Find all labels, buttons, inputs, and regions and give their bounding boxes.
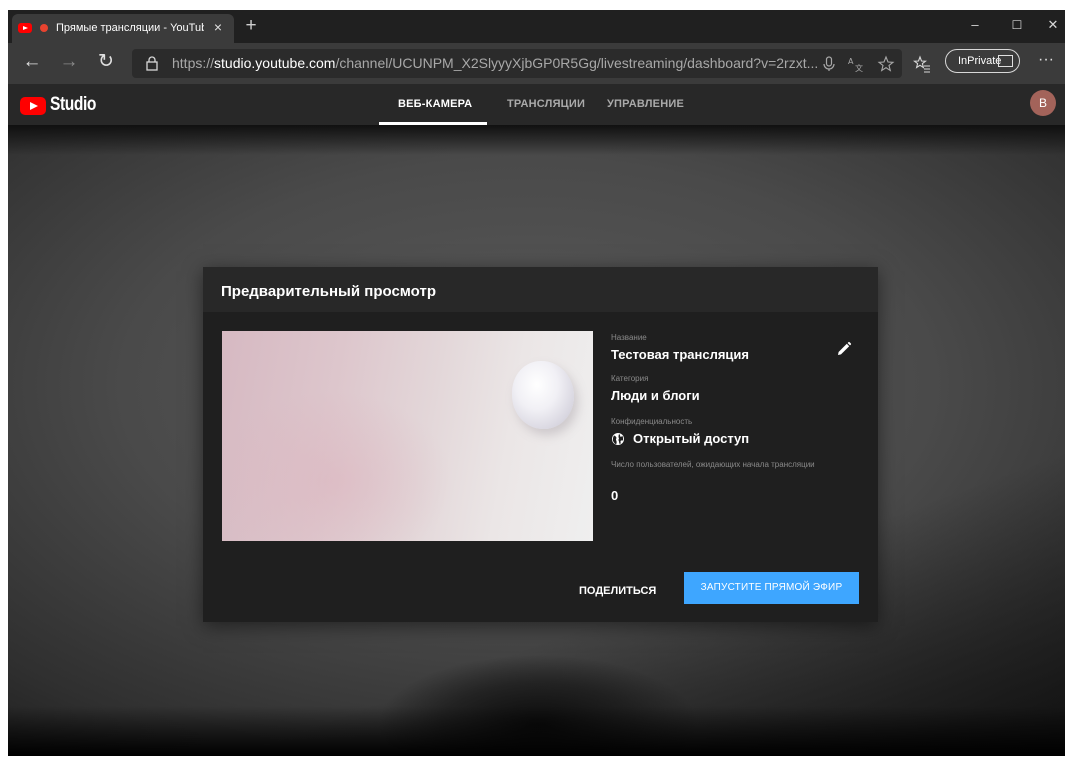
svg-text:文: 文: [855, 63, 863, 73]
maximize-button[interactable]: ☐: [1002, 14, 1032, 36]
webcam-preview: [222, 331, 593, 541]
go-live-button[interactable]: ЗАПУСТИТЕ ПРЯМОЙ ЭФИР: [684, 572, 859, 604]
refresh-icon: ↻: [98, 51, 114, 72]
share-button[interactable]: ПОДЕЛИТЬСЯ: [579, 585, 656, 597]
favorites-icon[interactable]: [913, 55, 931, 73]
studio-header: Studio ВЕБ-КАМЕРА ТРАНСЛЯЦИИ УПРАВЛЕНИЕ …: [8, 84, 1065, 125]
url-field[interactable]: https://studio.youtube.com/channel/UCUNP…: [132, 49, 902, 78]
logo-text: Studio: [50, 94, 97, 115]
url-path: /channel/UCUNPM_X2SlyyyXjbGP0R5Gg/livest…: [335, 55, 819, 71]
privacy-label: Конфиденциальность: [611, 417, 693, 426]
globe-icon: [612, 433, 624, 445]
tab-webcam[interactable]: ВЕБ-КАМЕРА: [398, 98, 472, 110]
minimize-button[interactable]: –: [960, 14, 990, 36]
close-window-button[interactable]: ✕: [1038, 14, 1065, 36]
address-bar-row: ← → ↻ https://studio.youtube.com/channel…: [8, 43, 1065, 84]
url-host: studio.youtube.com: [214, 55, 336, 71]
translate-icon[interactable]: A 文: [847, 55, 865, 73]
youtube-favicon-icon: [18, 23, 32, 33]
lock-icon: [146, 56, 158, 71]
url-text: https://studio.youtube.com/channel/UCUNP…: [172, 55, 832, 71]
inprivate-icon: [998, 55, 1013, 67]
star-icon[interactable]: [877, 55, 895, 73]
preview-object: [512, 361, 574, 429]
refresh-button[interactable]: ↻: [94, 51, 118, 75]
new-tab-button[interactable]: +: [240, 16, 262, 38]
inprivate-label: InPrivate: [958, 55, 1002, 67]
tab-title: Прямые трансляции - YouTube: [56, 22, 204, 34]
avatar[interactable]: В: [1030, 90, 1056, 116]
privacy-value: Открытый доступ: [633, 431, 750, 446]
microphone-icon[interactable]: [820, 55, 838, 73]
name-value: Тестовая трансляция: [611, 347, 749, 362]
tab-close-button[interactable]: ×: [210, 19, 226, 35]
waiting-value: 0: [611, 488, 619, 503]
tab-streams[interactable]: ТРАНСЛЯЦИИ: [507, 98, 585, 110]
preview-dialog: Предварительный просмотр Название Тестов…: [203, 267, 878, 622]
browser-tab[interactable]: Прямые трансляции - YouTube ×: [12, 14, 234, 43]
back-button[interactable]: ←: [20, 51, 44, 75]
forward-button[interactable]: →: [57, 51, 81, 75]
youtube-logo-icon: [20, 97, 46, 115]
back-icon: ←: [22, 51, 42, 72]
category-label: Категория: [611, 374, 649, 383]
browser-window: Прямые трансляции - YouTube × + – ☐ ✕ ← …: [8, 10, 1065, 756]
category-value: Люди и блоги: [611, 388, 700, 403]
more-button[interactable]: ···: [1038, 51, 1054, 69]
url-scheme: https://: [172, 55, 215, 71]
tab-bar: Прямые трансляции - YouTube × + – ☐ ✕: [8, 10, 1065, 43]
dialog-title: Предварительный просмотр: [221, 283, 436, 300]
tab-manage[interactable]: УПРАВЛЕНИЕ: [607, 98, 684, 110]
edit-icon[interactable]: [836, 341, 852, 357]
dialog-header: Предварительный просмотр: [203, 267, 878, 312]
forward-icon: →: [59, 51, 79, 72]
recording-dot-icon: [40, 24, 48, 32]
inprivate-button[interactable]: InPrivate: [945, 49, 1020, 73]
svg-text:A: A: [848, 57, 854, 66]
waiting-label: Число пользователей, ожидающих начала тр…: [611, 460, 815, 469]
name-label: Название: [611, 333, 647, 342]
